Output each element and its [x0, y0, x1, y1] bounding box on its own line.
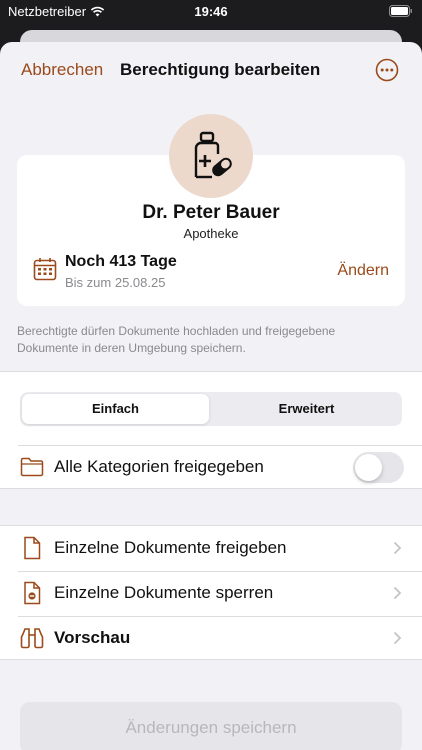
divider	[18, 445, 422, 446]
all-categories-row[interactable]: Alle Kategorien freigegeben	[0, 445, 422, 489]
recipient-name: Dr. Peter Bauer	[142, 202, 280, 223]
document-icon	[24, 536, 41, 560]
all-categories-label: Alle Kategorien freigegeben	[54, 457, 264, 476]
toggle-knob	[355, 454, 382, 481]
all-categories-toggle[interactable]	[353, 452, 404, 483]
divider	[18, 616, 422, 617]
calendar-icon	[33, 258, 57, 281]
clock: 19:46	[194, 4, 228, 19]
block-documents-row[interactable]: Einzelne Dokumente sperren	[0, 571, 422, 615]
share-documents-label: Einzelne Dokumente freigeben	[54, 538, 287, 557]
share-documents-row[interactable]: Einzelne Dokumente freigeben	[0, 526, 422, 570]
permission-info-text: Berechtigte dürfen Dokumente hochladen u…	[17, 324, 336, 355]
page-title: Berechtigung bearbeiten	[120, 60, 321, 79]
cancel-button[interactable]: Abbrechen	[21, 60, 103, 80]
document-actions-group: Einzelne Dokumente freigeben Einzelne Do…	[0, 525, 422, 660]
preview-row[interactable]: Vorschau	[0, 616, 422, 660]
divider	[18, 571, 422, 572]
nav-bar: Abbrechen Berechtigung bearbeiten	[0, 42, 422, 98]
recipient-role: Apotheke	[183, 226, 239, 241]
chevron-right-icon	[393, 631, 402, 645]
preview-label: Vorschau	[54, 628, 131, 647]
chevron-right-icon	[393, 586, 402, 600]
edit-permission-sheet: Abbrechen Berechtigung bearbeiten Dr. Pe…	[0, 42, 422, 750]
save-changes-button[interactable]: Änderungen speichern	[20, 702, 402, 750]
folder-icon	[20, 457, 44, 477]
segment-simple[interactable]: Einfach	[22, 394, 209, 424]
change-validity-button[interactable]: Ändern	[337, 262, 389, 280]
ellipsis-circle-icon[interactable]	[375, 58, 399, 82]
sharing-mode-group: Einfach Erweitert Alle Kategorien freige…	[0, 371, 422, 489]
segment-advanced[interactable]: Erweitert	[213, 394, 400, 424]
status-bar: Netzbetreiber 19:46	[0, 0, 422, 24]
valid-until: Bis zum 25.08.25	[65, 275, 166, 290]
mode-segmented-control[interactable]: Einfach Erweitert	[20, 392, 402, 426]
battery-icon	[389, 5, 412, 17]
avatar	[169, 114, 253, 198]
remaining-days: Noch 413 Tage	[65, 253, 177, 270]
chevron-right-icon	[393, 541, 402, 555]
binoculars-icon	[20, 628, 44, 649]
pharmacy-bottle-icon	[194, 131, 232, 179]
block-documents-label: Einzelne Dokumente sperren	[54, 583, 274, 602]
document-blocked-icon	[24, 581, 41, 605]
